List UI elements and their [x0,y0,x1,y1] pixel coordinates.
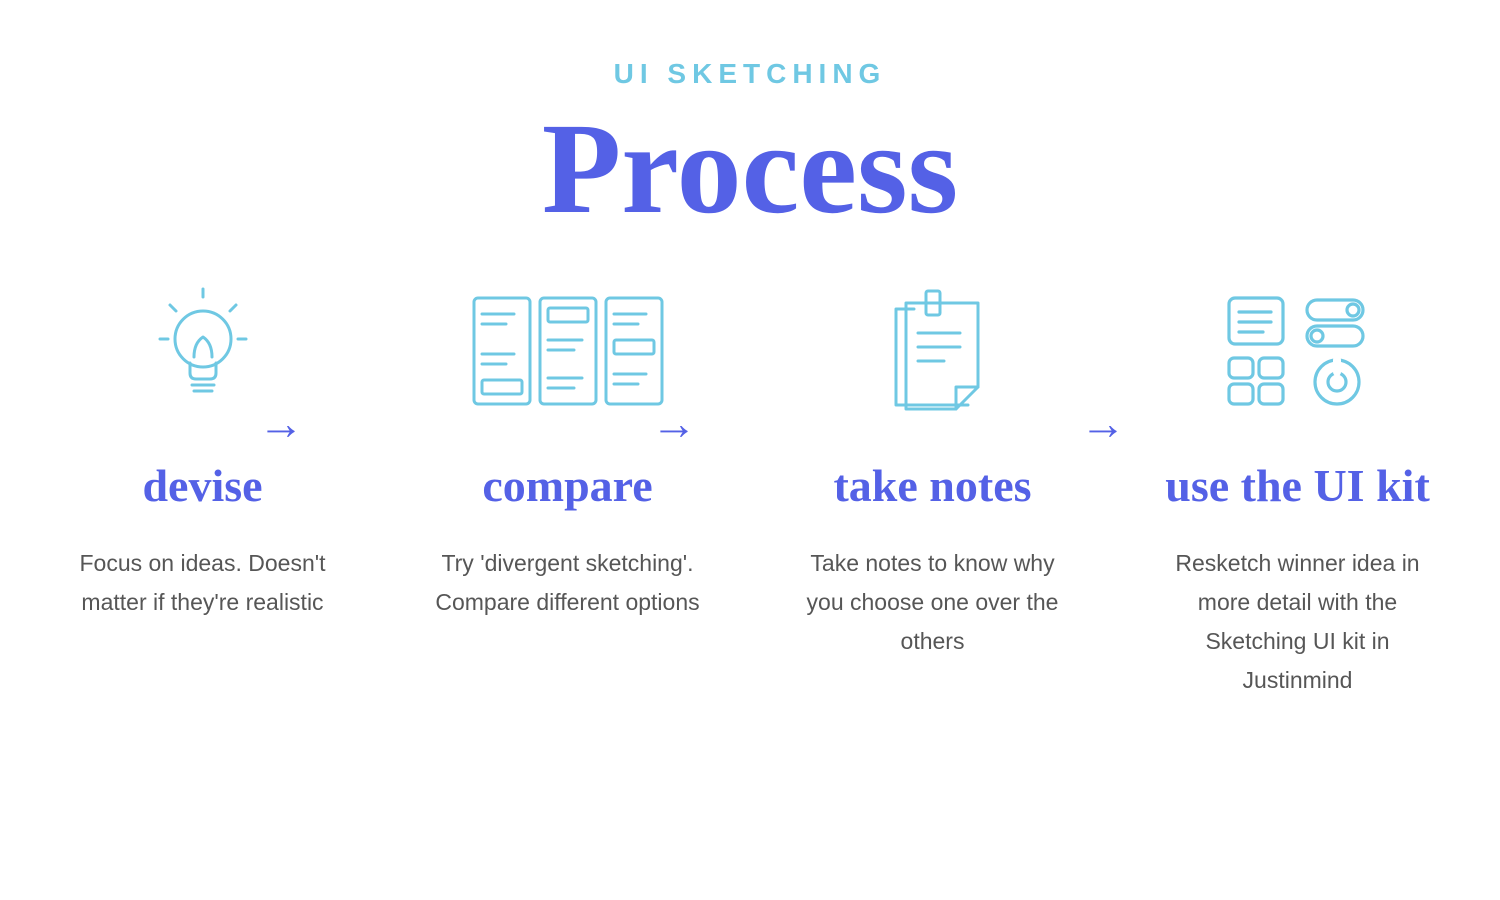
diagram-header: UI SKETCHING Process [0,0,1500,241]
step-title: devise [53,459,353,512]
process-steps-row: devise Focus on ideas. Doesn't matter if… [0,241,1500,700]
arrow-icon: → [651,396,697,450]
header-eyebrow: UI SKETCHING [0,58,1500,90]
step-description: Take notes to know why you choose one ov… [783,544,1083,661]
arrow-icon: → [1080,396,1126,450]
step-description: Resketch winner idea in more detail with… [1148,544,1448,700]
step-take-notes: take notes Take notes to know why you ch… [783,281,1083,661]
step-devise: devise Focus on ideas. Doesn't matter if… [53,281,353,622]
step-description: Focus on ideas. Doesn't matter if they'r… [53,544,353,622]
step-title: use the UI kit [1148,459,1448,512]
step-compare: compare Try 'divergent sketching'. Compa… [418,281,718,622]
step-title: compare [418,459,718,512]
header-title: Process [0,98,1500,241]
step-title: take notes [783,459,1083,512]
step-use-ui-kit: use the UI kit Resketch winner idea in m… [1148,281,1448,700]
uikit-icon [1148,281,1448,421]
arrow-icon: → [258,396,304,450]
lightbulb-icon [53,281,353,421]
note-icon [783,281,1083,421]
step-description: Try 'divergent sketching'. Compare diffe… [418,544,718,622]
